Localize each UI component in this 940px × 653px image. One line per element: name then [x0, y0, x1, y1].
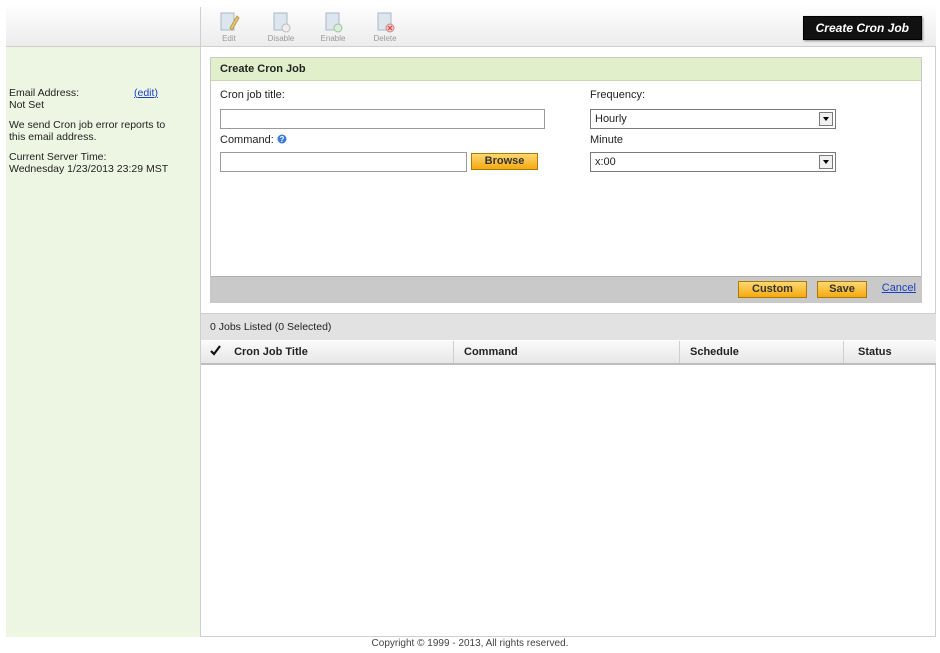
server-time-label: Current Server Time:	[9, 151, 107, 163]
disable-icon	[273, 12, 291, 33]
command-input[interactable]	[220, 152, 467, 172]
title-label: Cron job title:	[220, 89, 285, 101]
email-value: Not Set	[9, 99, 45, 111]
sidebar: Email Address: (edit) Not Set We send Cr…	[6, 47, 201, 637]
save-button[interactable]: Save	[817, 281, 867, 298]
chevron-down-icon	[819, 155, 833, 169]
email-label: Email Address:	[9, 87, 80, 99]
email-edit-link[interactable]: (edit)	[134, 87, 158, 99]
frequency-label: Frequency:	[590, 89, 646, 101]
copyright: Copyright © 1999 - 2013, All rights rese…	[371, 638, 569, 649]
checkmark-icon[interactable]	[210, 345, 221, 356]
command-label: Command: ?	[220, 134, 287, 146]
panel-title: Create Cron Job	[211, 58, 921, 81]
delete-icon	[377, 12, 395, 33]
edit-icon	[220, 12, 240, 31]
svg-text:?: ?	[279, 135, 284, 144]
create-cron-job-button[interactable]: Create Cron Job	[802, 16, 922, 40]
toolbar: Edit Disable Enable Delete Create Cron J…	[201, 7, 936, 47]
column-command[interactable]: Command	[454, 341, 680, 363]
cron-title-input[interactable]	[220, 109, 545, 129]
jobs-table-body	[201, 365, 936, 637]
chevron-down-icon	[819, 112, 833, 126]
frequency-select[interactable]: Hourly	[590, 109, 836, 129]
jobs-summary: 0 Jobs Listed (0 Selected)	[201, 313, 936, 340]
enable-button[interactable]: Enable	[313, 10, 353, 43]
help-icon[interactable]: ?	[277, 134, 287, 144]
server-time-value: Wednesday 1/23/2013 23:29 MST	[9, 163, 169, 175]
column-status[interactable]: Status	[844, 341, 936, 363]
enable-icon	[325, 12, 343, 33]
server-time: Current Server Time: Wednesday 1/23/2013…	[6, 151, 200, 175]
column-schedule[interactable]: Schedule	[680, 341, 844, 363]
panel-footer: Custom Save Cancel	[211, 276, 921, 302]
jobs-table-header: Cron Job Title Command Schedule Status	[201, 341, 936, 365]
minute-select[interactable]: x:00	[590, 152, 836, 172]
minute-label: Minute	[590, 134, 624, 146]
edit-button[interactable]: Edit	[209, 10, 249, 43]
error-reports-note: We send Cron job error reports to this e…	[9, 119, 166, 143]
sidebar-header	[6, 7, 201, 47]
delete-button[interactable]: Delete	[365, 10, 405, 43]
create-cron-job-panel: Create Cron Job Cron job title: Command:…	[210, 57, 922, 303]
custom-button[interactable]: Custom	[738, 281, 807, 298]
browse-button[interactable]: Browse	[471, 153, 538, 170]
email-row: Email Address: (edit)	[6, 87, 200, 99]
disable-button[interactable]: Disable	[261, 10, 301, 43]
cancel-link[interactable]: Cancel	[882, 282, 916, 294]
column-cron-job-title[interactable]: Cron Job Title	[201, 341, 454, 363]
